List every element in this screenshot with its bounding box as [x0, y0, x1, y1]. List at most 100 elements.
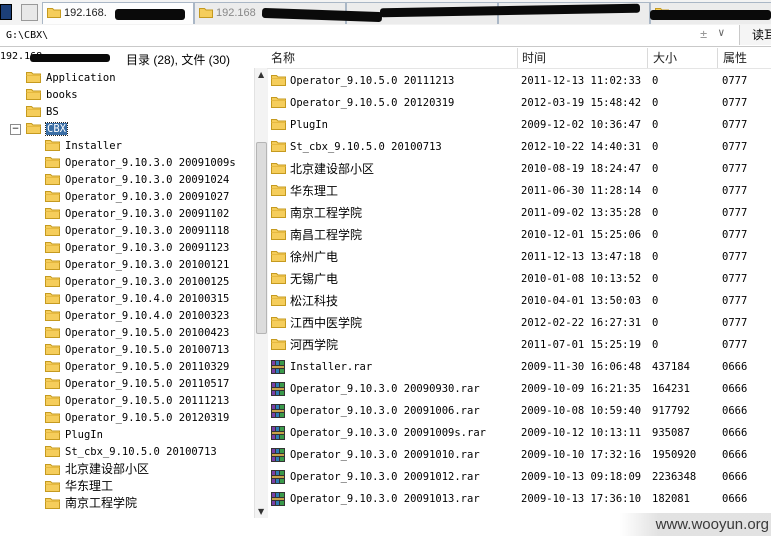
file-row[interactable]: Operator_9.10.5.0 20111213 2011-12-13 11:… — [267, 70, 771, 92]
tree-item-label: Operator_9.10.3.0 20100121 — [65, 259, 230, 271]
chevron-down-icon[interactable]: ∨ — [718, 26, 725, 39]
file-row[interactable]: Installer.rar 2009-11-30 16:06:48 437184 06… — [267, 356, 771, 378]
file-name: Operator_9.10.3.0 20091006.rar — [290, 405, 480, 417]
file-row[interactable]: Operator_9.10.3.0 20091010.rar 2009-10-10… — [267, 444, 771, 466]
file-row[interactable]: 江西中医学院 2012-02-22 16:27:31 0 0777 — [267, 312, 771, 334]
collapse-toggle-icon[interactable]: − — [10, 124, 21, 135]
tree-item-label: Operator_9.10.5.0 20100713 — [65, 344, 230, 356]
file-name: 北京建设部小区 — [290, 162, 375, 176]
tree-item[interactable]: Operator_9.10.5.0 20100423 — [45, 325, 229, 342]
column-header-name[interactable]: 名称 — [267, 48, 518, 68]
file-attr: 0777 — [722, 295, 748, 307]
tree-item[interactable]: Operator_9.10.4.0 20100323 — [45, 308, 229, 325]
folder-icon — [271, 295, 286, 306]
folder-icon — [271, 229, 286, 240]
tree-item-label: CBX — [45, 122, 68, 136]
tree-item[interactable]: St_cbx_9.10.5.0 20100713 — [45, 444, 217, 461]
tab-list-button[interactable] — [21, 4, 38, 21]
tree-item[interactable]: 北京建设部小区 — [45, 461, 149, 478]
read-button[interactable]: 读耳 — [739, 25, 771, 45]
file-size: 0 — [652, 229, 659, 241]
file-row[interactable]: 南昌工程学院 2010-12-01 15:25:06 0 0777 — [267, 224, 771, 246]
file-row[interactable]: 松江科技 2010-04-01 13:50:03 0 0777 — [267, 290, 771, 312]
tab-remote-1[interactable]: 192.168. — [42, 2, 194, 24]
tree-item-label: Operator_9.10.4.0 20100315 — [65, 293, 230, 305]
file-row[interactable]: Operator_9.10.3.0 20091006.rar 2009-10-08… — [267, 400, 771, 422]
tree-item[interactable]: Operator_9.10.5.0 20110329 — [45, 359, 229, 376]
folder-icon — [47, 7, 61, 18]
folder-icon — [45, 191, 60, 202]
path-input[interactable] — [2, 27, 728, 43]
tree-item[interactable]: Installer — [45, 138, 122, 155]
tree-item-label: 华东理工 — [65, 479, 114, 493]
tab-bar: 192.168. 192.168 — [0, 0, 771, 26]
tree-item[interactable]: Operator_9.10.5.0 20111213 — [45, 393, 229, 410]
file-row[interactable]: Operator_9.10.3.0 20090930.rar 2009-10-09… — [267, 378, 771, 400]
app-icon — [0, 4, 12, 20]
folder-icon — [271, 141, 286, 152]
tree-item[interactable]: 华东理工 — [45, 478, 113, 495]
file-row[interactable]: 华东理工 2011-06-30 11:28:14 0 0777 — [267, 180, 771, 202]
tree-item[interactable]: Operator_9.10.3.0 20100125 — [45, 274, 229, 291]
file-attr: 0777 — [722, 163, 748, 175]
tree-item[interactable]: Operator_9.10.5.0 20100713 — [45, 342, 229, 359]
column-header-time[interactable]: 时间 — [518, 48, 648, 68]
scroll-down-icon[interactable]: ▼ — [258, 507, 264, 516]
tree-item[interactable]: CBX — [26, 121, 68, 138]
tree-item[interactable]: Operator_9.10.3.0 20091118 — [45, 223, 229, 240]
tree-item[interactable]: Operator_9.10.4.0 20100315 — [45, 291, 229, 308]
file-row[interactable]: 无锡广电 2010-01-08 10:13:52 0 0777 — [267, 268, 771, 290]
file-time: 2012-02-22 16:27:31 — [521, 317, 642, 329]
tree-item[interactable]: Operator_9.10.3.0 20100121 — [45, 257, 229, 274]
file-size: 0 — [652, 185, 659, 197]
file-row[interactable]: 徐州广电 2011-12-13 13:47:18 0 0777 — [267, 246, 771, 268]
folder-icon — [271, 273, 286, 284]
rar-archive-icon — [271, 448, 285, 462]
tree-item[interactable]: Operator_9.10.5.0 20120319 — [45, 410, 229, 427]
tree-item[interactable]: BS — [26, 104, 59, 121]
file-row[interactable]: Operator_9.10.3.0 20091013.rar 2009-10-13… — [267, 488, 771, 510]
file-size: 0 — [652, 163, 659, 175]
column-header-attr[interactable]: 属性 — [719, 48, 771, 68]
tree-item[interactable]: Operator_9.10.3.0 20091102 — [45, 206, 229, 223]
tree-item[interactable]: Operator_9.10.5.0 20110517 — [45, 376, 229, 393]
folder-icon — [45, 208, 60, 219]
tree-item[interactable]: Operator_9.10.3.0 20091123 — [45, 240, 229, 257]
tree-item-label: Application — [46, 72, 116, 84]
file-row[interactable]: Operator_9.10.3.0 20091012.rar 2009-10-13… — [267, 466, 771, 488]
file-row[interactable]: 北京建设部小区 2010-08-19 18:24:47 0 0777 — [267, 158, 771, 180]
tree-scrollbar[interactable]: ▲ ▼ — [254, 68, 268, 518]
tree-item-label: Installer — [65, 140, 122, 152]
scroll-up-icon[interactable]: ▲ — [258, 70, 264, 79]
file-time: 2009-10-10 17:32:16 — [521, 449, 642, 461]
tree-item[interactable]: PlugIn — [45, 427, 103, 444]
file-row[interactable]: 河西学院 2011-07-01 15:25:19 0 0777 — [267, 334, 771, 356]
tree-item-label: Operator_9.10.5.0 20111213 — [65, 395, 230, 407]
folder-icon — [45, 310, 60, 321]
file-size: 0 — [652, 295, 659, 307]
tree-item[interactable]: Operator_9.10.3.0 20091009s — [45, 155, 236, 172]
scrollbar-thumb[interactable] — [256, 142, 267, 334]
folder-icon — [271, 75, 286, 86]
clear-icon[interactable]: ± — [700, 27, 707, 41]
file-row[interactable]: Operator_9.10.3.0 20091009s.rar 2009-10-1… — [267, 422, 771, 444]
directory-tree: Application books BS CBX − Installer Operator_… — [0, 68, 254, 518]
file-name: Operator_9.10.3.0 20091009s.rar — [290, 427, 486, 439]
folder-icon — [45, 378, 60, 389]
tree-item[interactable]: 南京工程学院 — [45, 495, 137, 512]
folder-icon — [271, 97, 286, 108]
tree-item-label: Operator_9.10.5.0 20100423 — [65, 327, 230, 339]
tree-item[interactable]: Operator_9.10.3.0 20091027 — [45, 189, 229, 206]
file-time: 2011-06-30 11:28:14 — [521, 185, 642, 197]
tree-item[interactable]: Operator_9.10.3.0 20091024 — [45, 172, 229, 189]
file-row[interactable]: Operator_9.10.5.0 20120319 2012-03-19 15:… — [267, 92, 771, 114]
file-row[interactable]: PlugIn 2009-12-02 10:36:47 0 0777 — [267, 114, 771, 136]
file-row[interactable]: St_cbx_9.10.5.0 20100713 2012-10-22 14:40… — [267, 136, 771, 158]
tree-item[interactable]: Application — [26, 70, 116, 87]
tree-item[interactable]: books — [26, 87, 78, 104]
file-row[interactable]: 南京工程学院 2011-09-02 13:35:28 0 0777 — [267, 202, 771, 224]
file-time: 2009-10-13 17:36:10 — [521, 493, 642, 505]
file-time: 2011-09-02 13:35:28 — [521, 207, 642, 219]
column-header-size[interactable]: 大小 — [649, 48, 718, 68]
file-size: 437184 — [652, 361, 690, 373]
